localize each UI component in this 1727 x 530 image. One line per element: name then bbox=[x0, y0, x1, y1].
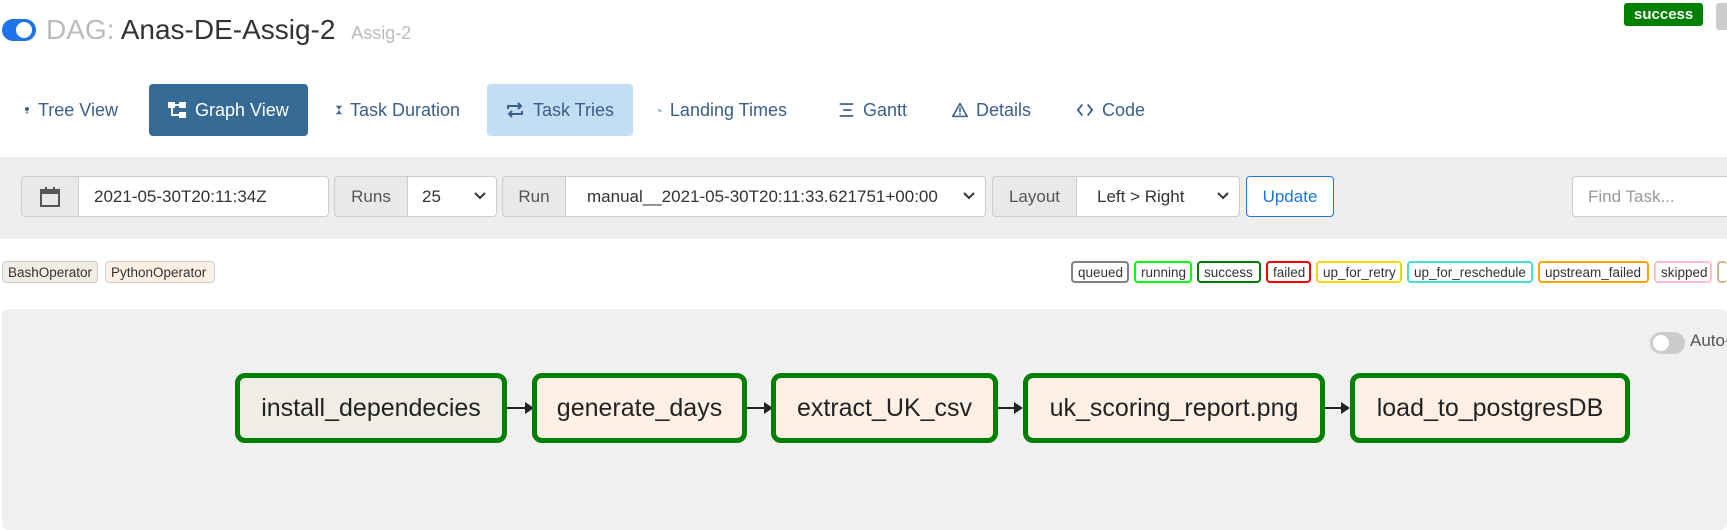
dag-pause-toggle[interactable] bbox=[2, 19, 36, 41]
page-title: DAG: Anas-DE-Assig-2 Assig-2 bbox=[46, 14, 411, 46]
chevron-down-icon bbox=[1217, 192, 1229, 200]
dag-id: Anas-DE-Assig-2 bbox=[120, 14, 336, 45]
tab-task-tries[interactable]: Task Tries bbox=[487, 84, 633, 136]
auto-refresh-toggle[interactable] bbox=[1650, 332, 1685, 354]
tab-tree-view[interactable]: Tree View bbox=[6, 84, 136, 136]
dependency-edge bbox=[998, 407, 1014, 409]
plane-landing-icon bbox=[658, 108, 662, 112]
tab-code[interactable]: Code bbox=[1058, 84, 1163, 136]
tab-label: Graph View bbox=[195, 99, 289, 120]
state-legend-running: running bbox=[1134, 261, 1192, 283]
controls-bar: 2021-05-30T20:11:34Z Runs 25 Run manual_… bbox=[0, 157, 1727, 239]
tab-label: Details bbox=[975, 99, 1031, 120]
code-icon bbox=[1076, 104, 1094, 116]
tab-gantt[interactable]: Gantt bbox=[820, 84, 925, 136]
calendar-icon bbox=[40, 186, 60, 207]
operator-legend-python: PythonOperator bbox=[105, 261, 215, 283]
hourglass-icon bbox=[336, 105, 342, 115]
runs-select[interactable]: 25 bbox=[407, 176, 497, 217]
header-extra-badge bbox=[1716, 3, 1727, 30]
gantt-icon bbox=[839, 103, 854, 117]
state-legend-upstream-failed: upstream_failed bbox=[1538, 261, 1649, 283]
task-node-extract-uk-csv[interactable]: extract_UK_csv bbox=[771, 373, 998, 443]
dependency-edge bbox=[747, 407, 764, 409]
base-date-input[interactable]: 2021-05-30T20:11:34Z bbox=[78, 176, 329, 217]
state-legend-success: success bbox=[1197, 261, 1261, 283]
tab-label: Tree View bbox=[37, 99, 118, 120]
toggle-knob bbox=[1653, 335, 1669, 351]
tab-label: Task Tries bbox=[533, 99, 615, 120]
edge-arrowhead bbox=[1014, 402, 1023, 414]
find-task-input[interactable]: Find Task... bbox=[1572, 176, 1727, 217]
tab-graph-view[interactable]: Graph View bbox=[149, 84, 308, 136]
state-legend-skipped: skipped bbox=[1654, 261, 1712, 283]
tab-task-duration[interactable]: Task Duration bbox=[318, 84, 478, 136]
retry-icon bbox=[507, 102, 523, 118]
task-node-install-dependecies[interactable]: install_dependecies bbox=[235, 373, 507, 443]
task-node-load-to-postgresdb[interactable]: load_to_postgresDB bbox=[1350, 373, 1630, 443]
edge-arrowhead bbox=[1341, 402, 1350, 414]
layout-label: Layout bbox=[992, 176, 1077, 217]
state-legend-truncated bbox=[1717, 261, 1727, 283]
graph-icon bbox=[168, 102, 186, 118]
run-label: Run bbox=[502, 176, 566, 217]
date-picker-button[interactable] bbox=[21, 176, 79, 217]
layout-select[interactable]: Left > Right bbox=[1076, 176, 1240, 217]
chevron-down-icon bbox=[963, 192, 975, 200]
tab-landing-times[interactable]: Landing Times bbox=[640, 84, 805, 136]
runs-label: Runs bbox=[334, 176, 408, 217]
task-node-uk-scoring-report[interactable]: uk_scoring_report.png bbox=[1023, 373, 1325, 443]
state-legend-up-for-reschedule: up_for_reschedule bbox=[1407, 261, 1533, 283]
tab-label: Gantt bbox=[862, 99, 907, 120]
state-legend-failed: failed bbox=[1266, 261, 1311, 283]
chevron-down-icon bbox=[474, 192, 486, 200]
warning-triangle-icon bbox=[952, 101, 968, 118]
dependency-edge bbox=[1325, 407, 1341, 409]
dag-label: DAG: bbox=[46, 14, 115, 45]
auto-refresh-label: Auto- bbox=[1690, 331, 1727, 350]
state-legend-up-for-retry: up_for_retry bbox=[1316, 261, 1402, 283]
runs-value: 25 bbox=[422, 186, 441, 206]
tree-icon bbox=[24, 107, 29, 114]
tab-label: Task Duration bbox=[349, 99, 460, 120]
layout-value: Left > Right bbox=[1097, 186, 1185, 206]
tab-label: Landing Times bbox=[669, 99, 787, 120]
state-legend-queued: queued bbox=[1071, 261, 1129, 283]
dag-state-badge: success bbox=[1624, 3, 1704, 26]
run-select[interactable]: manual__2021-05-30T20:11:33.621751+00:00 bbox=[565, 176, 986, 217]
tab-details[interactable]: Details bbox=[934, 84, 1049, 136]
task-node-generate-days[interactable]: generate_days bbox=[532, 373, 747, 443]
update-button[interactable]: Update bbox=[1246, 176, 1334, 217]
run-value: manual__2021-05-30T20:11:33.621751+00:00 bbox=[587, 186, 938, 206]
tab-label: Code bbox=[1101, 99, 1145, 120]
toggle-knob bbox=[16, 22, 32, 38]
dependency-edge bbox=[507, 407, 525, 409]
operator-legend-bash: BashOperator bbox=[2, 261, 98, 283]
dag-subtitle: Assig-2 bbox=[351, 23, 412, 43]
